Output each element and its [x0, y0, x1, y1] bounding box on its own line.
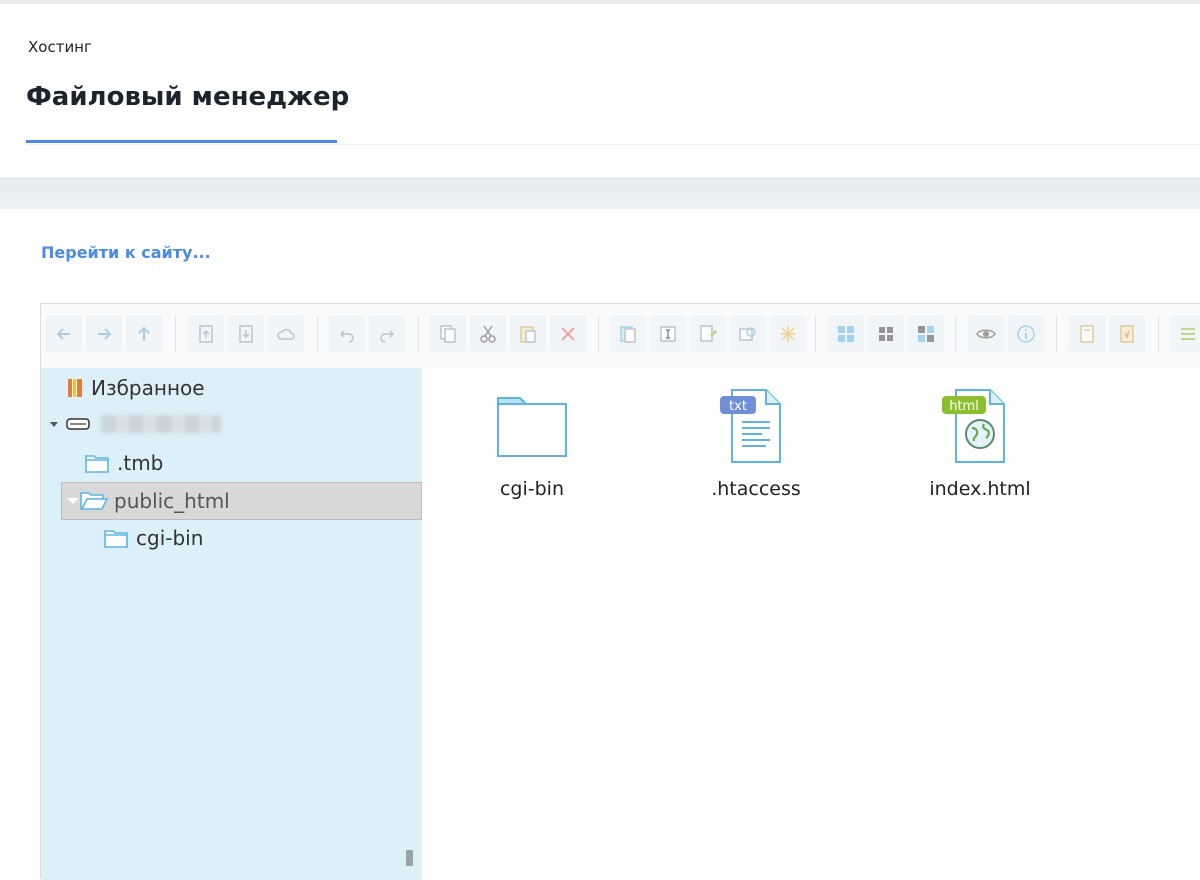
tree-item-label: public_html	[114, 489, 230, 513]
folder-icon	[497, 397, 567, 457]
file-name: cgi-bin	[499, 478, 565, 500]
breadcrumb[interactable]: Хостинг	[28, 38, 92, 56]
view-grid-icon[interactable]	[868, 316, 904, 352]
new-file-icon[interactable]	[1069, 316, 1105, 352]
tree-root[interactable]	[49, 408, 221, 440]
resize-icon[interactable]	[730, 316, 766, 352]
file-badge: txt	[729, 399, 747, 414]
folder-open-icon	[80, 492, 108, 510]
new-folder-icon[interactable]	[1109, 316, 1145, 352]
header-divider	[26, 144, 1200, 145]
redo-icon[interactable]	[369, 316, 405, 352]
expand-arrow-icon	[67, 498, 79, 504]
up-icon[interactable]	[126, 316, 162, 352]
tree-item-label: cgi-bin	[136, 526, 204, 550]
file-name: .htaccess	[711, 478, 801, 500]
menu-icon[interactable]	[1170, 316, 1200, 352]
folder-icon	[85, 455, 109, 473]
tree-item-label: .tmb	[117, 451, 164, 475]
bookmark-icon	[68, 379, 82, 397]
file-item-cgi-bin[interactable]: cgi-bin	[452, 388, 612, 500]
active-tab-underline	[26, 140, 337, 143]
page-title: Файловый менеджер	[26, 82, 350, 112]
sort-icon[interactable]	[908, 316, 944, 352]
folder-tree: Избранное .tmb public_html cgi-bin	[41, 368, 422, 880]
file-name: index.html	[929, 478, 1031, 500]
txt-file-icon: txt	[720, 389, 781, 463]
back-icon[interactable]	[46, 316, 82, 352]
tree-item-tmb[interactable]: .tmb	[85, 447, 163, 479]
download-icon[interactable]	[228, 316, 264, 352]
goto-site-link[interactable]: Перейти к сайту...	[41, 243, 211, 262]
paste-icon[interactable]	[510, 316, 546, 352]
tree-item-public-html[interactable]: public_html	[61, 482, 422, 520]
forward-icon[interactable]	[86, 316, 122, 352]
tree-favorites-label: Избранное	[91, 376, 205, 400]
cloud-icon[interactable]	[268, 316, 304, 352]
section-band	[0, 177, 1200, 209]
folder-icon	[104, 530, 128, 548]
edit-icon[interactable]	[690, 316, 726, 352]
file-badge: html	[949, 399, 979, 414]
html-file-icon: html	[942, 389, 1005, 463]
rename-icon[interactable]	[650, 316, 686, 352]
tree-item-cgi-bin[interactable]: cgi-bin	[104, 522, 203, 554]
file-item-htaccess[interactable]: txt .htaccess	[676, 388, 836, 500]
info-icon[interactable]	[1008, 316, 1044, 352]
file-manager: Избранное .tmb public_html cgi-bin cgi-b…	[40, 303, 1200, 880]
root-name-redacted	[101, 415, 221, 433]
tree-favorites[interactable]: Избранное	[67, 372, 205, 404]
view-list-icon[interactable]	[828, 316, 864, 352]
copy-icon[interactable]	[430, 316, 466, 352]
extract-icon[interactable]	[770, 316, 806, 352]
drive-icon	[66, 418, 90, 430]
upload-icon[interactable]	[188, 316, 224, 352]
file-manager-toolbar	[41, 304, 1200, 369]
top-border	[0, 0, 1200, 4]
undo-icon[interactable]	[329, 316, 365, 352]
file-item-index-html[interactable]: html index.html	[900, 388, 1060, 500]
tree-scrollbar[interactable]	[406, 850, 413, 866]
duplicate-icon[interactable]	[610, 316, 646, 352]
preview-icon[interactable]	[968, 316, 1004, 352]
expand-arrow-icon	[50, 422, 58, 427]
file-list: cgi-bin txt .htaccess html index.html	[422, 368, 1200, 880]
delete-icon[interactable]	[550, 316, 586, 352]
cut-icon[interactable]	[470, 316, 506, 352]
